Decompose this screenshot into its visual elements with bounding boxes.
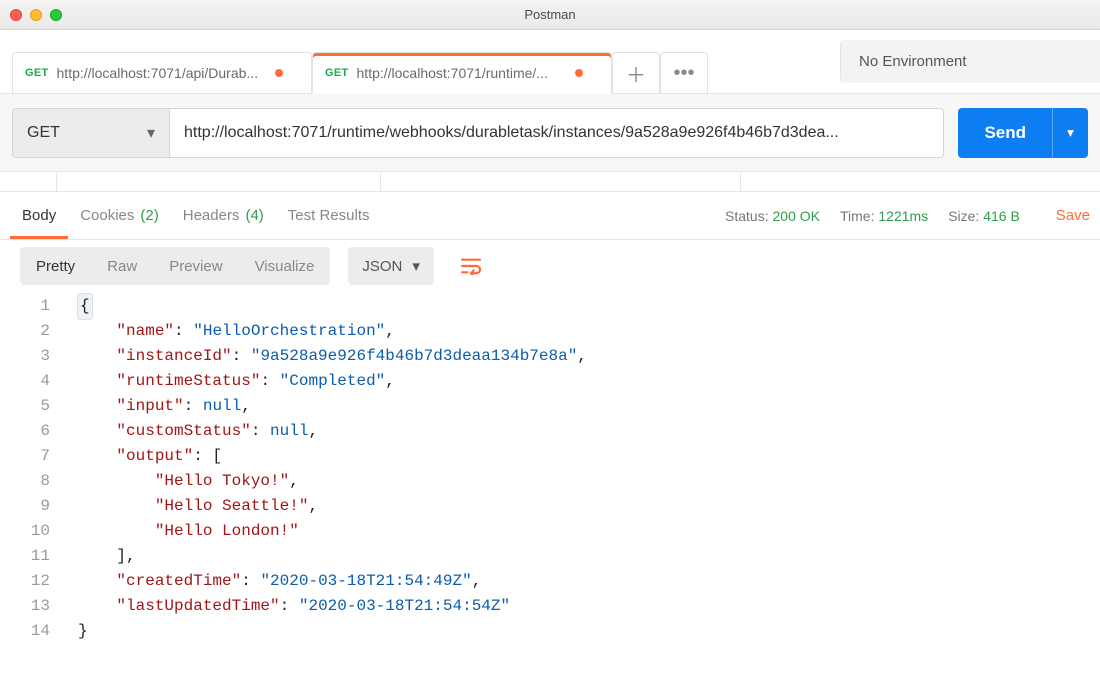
- url-input[interactable]: [184, 124, 929, 142]
- chevron-down-icon: ▾: [412, 257, 420, 275]
- request-tabs: GET http://localhost:7071/api/Durab... G…: [0, 30, 830, 93]
- response-meta: Status: 200 OK Time: 1221ms Size: 416 B …: [725, 207, 1090, 224]
- size-label: Size: 416 B: [948, 208, 1020, 224]
- divider-row: [0, 172, 1100, 192]
- code-content: "Hello Tokyo!",: [78, 469, 299, 494]
- headers-count: (4): [245, 207, 263, 224]
- code-line: 1{: [0, 294, 1100, 319]
- url-field-wrapper: [170, 108, 944, 158]
- send-options-button[interactable]: ▾: [1052, 108, 1088, 158]
- line-number: 6: [0, 419, 78, 444]
- method-selector[interactable]: GET ▾: [12, 108, 170, 158]
- tab-method: GET: [325, 67, 349, 79]
- environment-selector[interactable]: No Environment: [840, 40, 1100, 83]
- time-value: 1221ms: [878, 208, 928, 224]
- request-bar: GET ▾ Send ▾: [0, 94, 1100, 172]
- save-response-button[interactable]: Save: [1056, 207, 1090, 224]
- view-visualize[interactable]: Visualize: [239, 258, 331, 275]
- format-selector[interactable]: JSON ▾: [348, 247, 434, 285]
- code-content: "instanceId": "9a528a9e926f4b46b7d3deaa1…: [78, 344, 587, 369]
- view-mode-group: Pretty Raw Preview Visualize: [20, 247, 330, 285]
- tab-body[interactable]: Body: [10, 192, 68, 239]
- line-number: 12: [0, 569, 78, 594]
- wrap-lines-button[interactable]: [452, 247, 490, 285]
- line-number: 7: [0, 444, 78, 469]
- request-tab-1[interactable]: GET http://localhost:7071/runtime/...: [312, 52, 612, 94]
- cookies-label: Cookies: [80, 207, 134, 224]
- code-line: 13 "lastUpdatedTime": "2020-03-18T21:54:…: [0, 594, 1100, 619]
- code-line: 9 "Hello Seattle!",: [0, 494, 1100, 519]
- request-tab-0[interactable]: GET http://localhost:7071/api/Durab...: [12, 52, 312, 94]
- line-number: 2: [0, 319, 78, 344]
- code-line: 3 "instanceId": "9a528a9e926f4b46b7d3dea…: [0, 344, 1100, 369]
- code-line: 8 "Hello Tokyo!",: [0, 469, 1100, 494]
- code-content: }: [78, 619, 88, 644]
- time-label: Time: 1221ms: [840, 208, 928, 224]
- code-content: "customStatus": null,: [78, 419, 318, 444]
- view-preview[interactable]: Preview: [153, 258, 238, 275]
- send-group: Send ▾: [958, 108, 1088, 158]
- code-line: 2 "name": "HelloOrchestration",: [0, 319, 1100, 344]
- line-number: 9: [0, 494, 78, 519]
- code-content: "Hello Seattle!",: [78, 494, 318, 519]
- unsaved-dot-icon: [575, 69, 583, 77]
- code-content: "runtimeStatus": "Completed",: [78, 369, 395, 394]
- tab-row: GET http://localhost:7071/api/Durab... G…: [0, 30, 1100, 94]
- tab-headers[interactable]: Headers (4): [171, 192, 276, 239]
- line-number: 3: [0, 344, 78, 369]
- code-content: ],: [78, 544, 136, 569]
- chevron-down-icon: ▾: [1067, 125, 1074, 141]
- tab-label: http://localhost:7071/api/Durab...: [57, 65, 267, 81]
- code-content: "input": null,: [78, 394, 251, 419]
- view-pretty[interactable]: Pretty: [20, 258, 91, 275]
- chevron-down-icon: ▾: [147, 123, 155, 143]
- unsaved-dot-icon: [275, 69, 283, 77]
- code-line: 4 "runtimeStatus": "Completed",: [0, 369, 1100, 394]
- tab-overflow-button[interactable]: •••: [660, 52, 708, 94]
- code-content: "Hello London!": [78, 519, 299, 544]
- format-label: JSON: [362, 258, 402, 275]
- send-button[interactable]: Send: [958, 108, 1052, 158]
- line-number: 13: [0, 594, 78, 619]
- line-number: 5: [0, 394, 78, 419]
- code-line: 5 "input": null,: [0, 394, 1100, 419]
- code-content: "output": [: [78, 444, 222, 469]
- code-line: 6 "customStatus": null,: [0, 419, 1100, 444]
- status-label: Status: 200 OK: [725, 208, 820, 224]
- line-number: 1: [0, 294, 78, 319]
- environment-label: No Environment: [859, 53, 967, 70]
- window-title: Postman: [0, 7, 1100, 22]
- code-content: "lastUpdatedTime": "2020-03-18T21:54:54Z…: [78, 594, 510, 619]
- cookies-count: (2): [140, 207, 158, 224]
- tab-method: GET: [25, 67, 49, 79]
- code-line: 7 "output": [: [0, 444, 1100, 469]
- code-line: 12 "createdTime": "2020-03-18T21:54:49Z"…: [0, 569, 1100, 594]
- code-content: {: [78, 294, 92, 319]
- body-view-toolbar: Pretty Raw Preview Visualize JSON ▾: [0, 240, 1100, 292]
- code-line: 14}: [0, 619, 1100, 644]
- response-subtabs: Body Cookies (2) Headers (4) Test Result…: [0, 192, 1100, 240]
- size-value: 416 B: [983, 208, 1020, 224]
- code-line: 10 "Hello London!": [0, 519, 1100, 544]
- status-value: 200 OK: [773, 208, 820, 224]
- line-number: 10: [0, 519, 78, 544]
- code-content: "createdTime": "2020-03-18T21:54:49Z",: [78, 569, 481, 594]
- code-content: "name": "HelloOrchestration",: [78, 319, 395, 344]
- tab-label: http://localhost:7071/runtime/...: [357, 65, 567, 81]
- line-number: 11: [0, 544, 78, 569]
- headers-label: Headers: [183, 207, 240, 224]
- line-number: 4: [0, 369, 78, 394]
- line-number: 14: [0, 619, 78, 644]
- code-line: 11 ],: [0, 544, 1100, 569]
- view-raw[interactable]: Raw: [91, 258, 153, 275]
- response-body-code[interactable]: 1{2 "name": "HelloOrchestration",3 "inst…: [0, 292, 1100, 644]
- tab-test-results[interactable]: Test Results: [276, 192, 382, 239]
- method-value: GET: [27, 124, 60, 142]
- new-tab-button[interactable]: ＋: [612, 52, 660, 94]
- tab-cookies[interactable]: Cookies (2): [68, 192, 171, 239]
- line-number: 8: [0, 469, 78, 494]
- titlebar: Postman: [0, 0, 1100, 30]
